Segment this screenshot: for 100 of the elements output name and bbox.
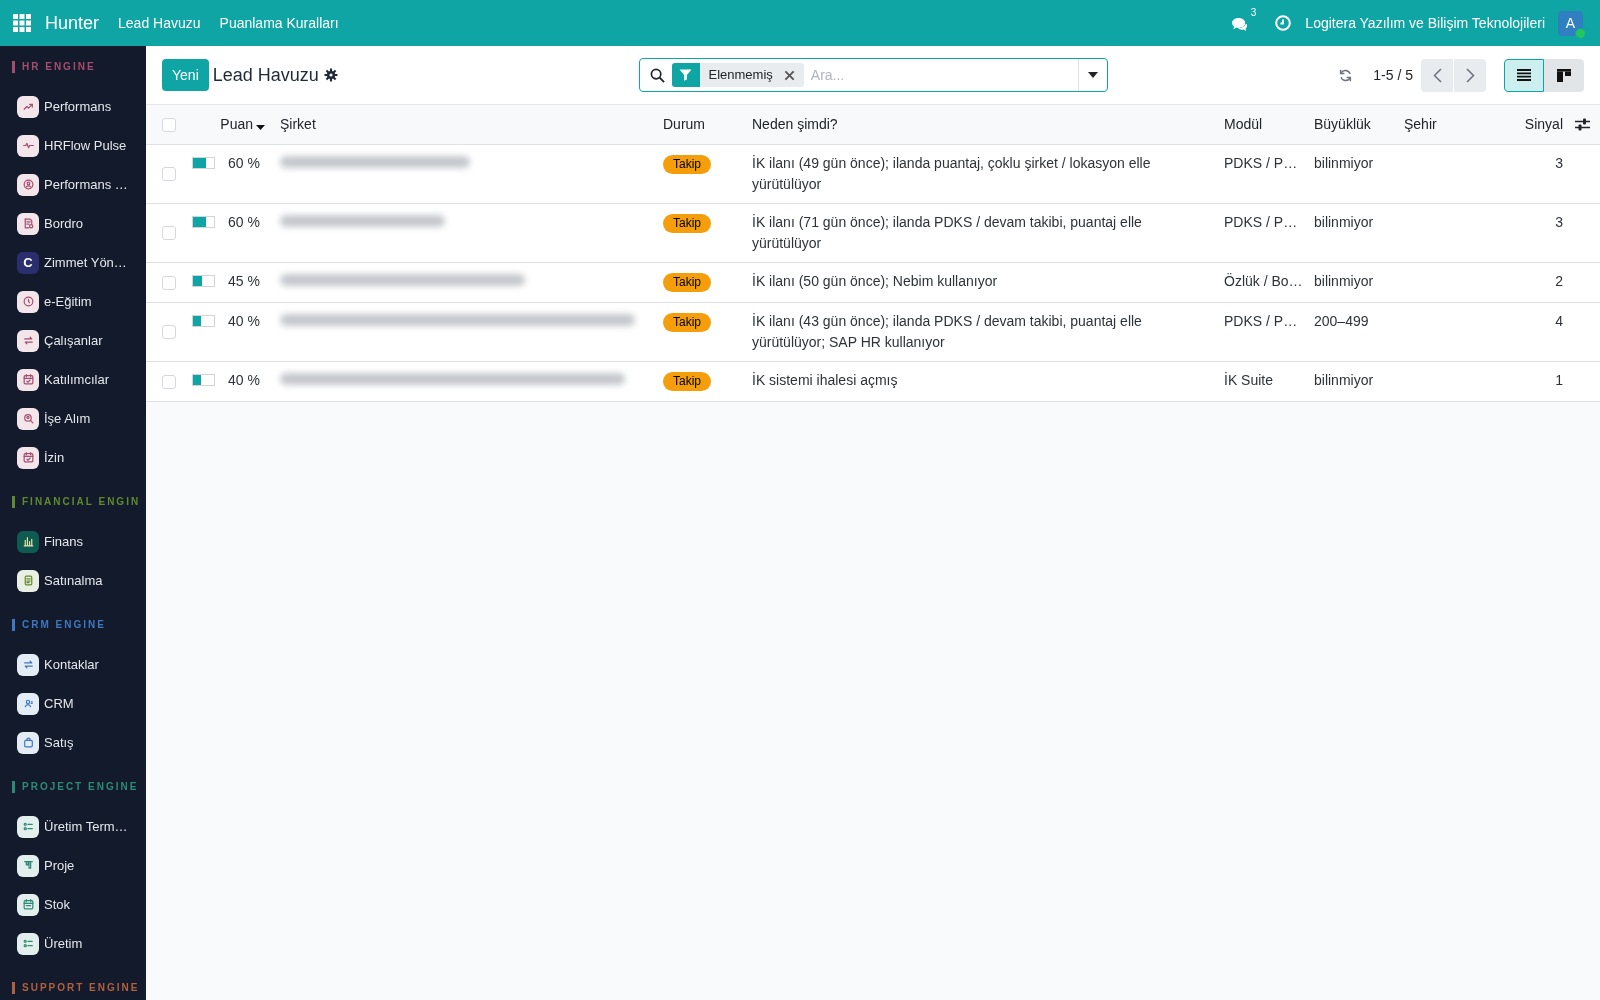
row-checkbox[interactable] [162,325,176,339]
sidebar-item[interactable]: Satınalma [0,561,146,600]
sidebar-item[interactable]: Performans [0,87,146,126]
swap-arrows-icon [17,653,39,676]
shopping-bag-icon [17,731,39,754]
column-header[interactable]: Modül [1215,105,1305,144]
user-search-icon [17,407,39,430]
bar-chart-icon [17,530,39,553]
chevron-right-icon [1465,67,1475,83]
user-icon [17,692,39,715]
table-cell-text: 200–499 [1313,312,1370,331]
sidebar-item[interactable]: Performans … [0,165,146,204]
close-icon[interactable] [783,69,795,81]
table-cell-text: PDKS / P… [1223,213,1299,232]
row-checkbox[interactable] [162,167,176,181]
filter-icon [671,63,700,87]
section-title: CRM ENGINE [22,620,106,630]
section-title: SUPPORT ENGINE [22,983,140,993]
row-checkbox[interactable] [162,226,176,240]
column-settings-icon[interactable] [1575,118,1590,131]
status-badge: Takip [663,372,711,391]
score-value: 40 % [228,312,260,331]
previous-page-button[interactable] [1421,58,1453,92]
kanban-icon [1557,68,1571,82]
section-title: HR ENGINE [22,62,96,72]
sidebar-item[interactable]: Çalışanlar [0,321,146,360]
caret-down-icon [1087,72,1098,78]
search-input[interactable]: Ara... [810,59,1078,91]
trend-up-icon [17,95,39,118]
sidebar-item[interactable]: Proje [0,846,146,885]
heartbeat-icon [17,134,39,157]
table-cell-text: 2 [1554,272,1564,291]
refresh-icon[interactable] [1339,68,1353,82]
column-header[interactable]: Şirket [270,105,662,144]
score-value: 45 % [228,272,260,291]
breadcrumb-title: Lead Havuzu [212,63,319,87]
table-cell-text: İK Suite [1223,371,1275,390]
score-value: 60 % [228,213,260,232]
sidebar-item[interactable]: Finans [0,522,146,561]
user-avatar[interactable]: A [1558,10,1583,36]
column-header[interactable]: Büyüklük [1305,105,1395,144]
settings-icon[interactable] [323,68,338,82]
checklist-icon [17,815,39,838]
table-cell-text: İK ilanı (43 gün önce); ilanda PDKS / devam takibi, puantaj elle yürütülüyor; SAP HR kullanıyor [751,312,1143,352]
sidebar-item[interactable]: CRM [0,684,146,723]
sidebar-item[interactable]: Kontaklar [0,645,146,684]
search-bar[interactable]: Elenmemiş Ara... [638,58,1108,92]
clock-icon [17,290,39,313]
table-cell-text: bilinmiyor [1313,154,1375,173]
table-cell-text: İK ilanı (71 gün önce); ilanda PDKS / devam takibi, puantaj elle yürütülüyor [751,213,1143,253]
row-checkbox[interactable] [162,374,176,389]
next-page-button[interactable] [1454,58,1486,92]
sidebar-item[interactable]: İzin [0,438,146,477]
clipboard-icon [17,569,39,592]
status-badge: Takip [663,155,711,174]
section-title: FINANCIAL ENGIN [22,497,141,507]
message-count: 3 [1250,8,1257,18]
sidebar-item[interactable]: HRFlow Pulse [0,126,146,165]
status-badge: Takip [663,214,711,233]
select-all-checkbox[interactable] [162,117,176,132]
pager-value: 1-5 / 5 [1373,65,1413,85]
column-header[interactable]: Sinyal [1480,105,1573,144]
row-checkbox[interactable] [162,275,176,290]
chevron-left-icon [1432,67,1442,83]
sidebar-item[interactable]: Katılımcılar [0,360,146,399]
column-header[interactable]: Neden şimdi? [743,105,1215,144]
sidebar-item[interactable]: Üretim [0,924,146,963]
column-header[interactable]: Şehir [1395,105,1480,144]
score-value: 40 % [228,371,260,390]
facet-label: Elenmemiş [708,66,773,85]
table-cell-text: bilinmiyor [1313,371,1375,390]
kanban-view-button[interactable] [1544,58,1584,92]
sidebar-item[interactable]: e-Eğitim [0,282,146,321]
table-cell-text: 1 [1554,371,1564,390]
score-value: 60 % [228,154,260,173]
table-cell-text: bilinmiyor [1313,213,1375,232]
apps-menu-icon[interactable] [13,14,31,32]
sidebar-item[interactable]: C Zimmet Yön… [0,243,146,282]
column-header[interactable]: Puan [186,105,270,144]
chat-icon[interactable] [1231,17,1249,32]
list-view-button[interactable] [1504,58,1544,92]
column-header[interactable]: Durum [662,105,743,144]
clock-icon[interactable] [1275,15,1292,31]
app-logo: C [17,251,39,274]
calendar-check-icon [17,368,39,391]
document-icon [17,212,39,235]
table-cell-text: bilinmiyor [1313,272,1375,291]
status-badge: Takip [663,273,711,292]
table-cell-text: PDKS / P… [1223,312,1299,331]
sidebar-item[interactable]: Stok [0,885,146,924]
sidebar-item[interactable]: Üretim Term… [0,807,146,846]
sort-descending-icon [256,124,265,130]
status-badge: Takip [663,313,711,332]
sidebar-item[interactable]: Satış [0,723,146,762]
sidebar-item[interactable]: Bordro [0,204,146,243]
checklist-icon [17,932,39,955]
calendar-icon [17,893,39,916]
sidebar-item[interactable]: İşe Alım [0,399,146,438]
table-cell-text: İK sistemi ihalesi açmış [751,371,899,390]
table-cell-text: İK ilanı (50 gün önce); Nebim kullanıyor [751,272,999,291]
